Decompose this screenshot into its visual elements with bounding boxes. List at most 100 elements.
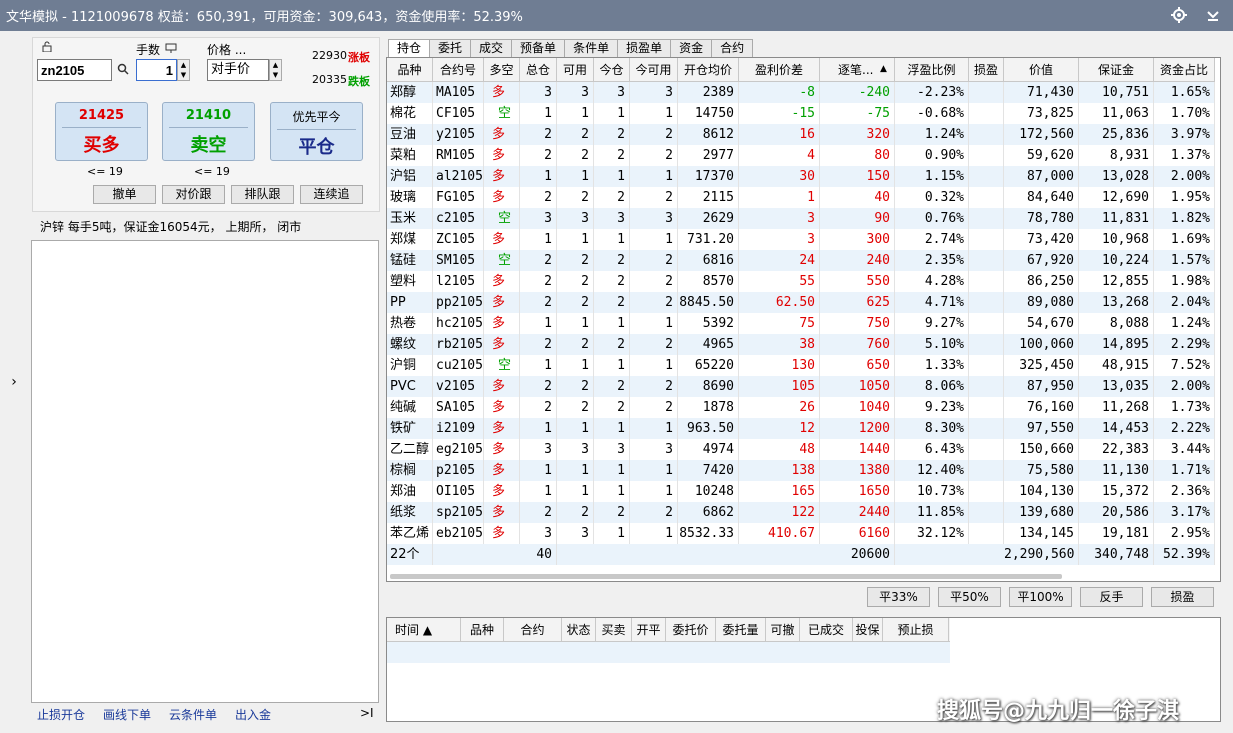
orders-column-header[interactable]: 可撤 xyxy=(766,618,800,642)
table-row[interactable]: 豆油 y2105 多 2 2 2 2 8612 16 320 1.24% 172,560 25,836 3… xyxy=(387,124,1215,145)
table-row[interactable]: PP pp2105 多 2 2 2 2 8845.50 62.50 625 4.71% 89,080 1… xyxy=(387,292,1215,313)
limit-down-label: 跌板 xyxy=(348,75,370,88)
price-mode-field[interactable]: 对手价 xyxy=(207,59,269,81)
table-cell: 78,780 xyxy=(1004,208,1079,229)
tab-conditional[interactable]: 条件单 xyxy=(564,39,619,58)
column-header[interactable]: 合约号 xyxy=(433,58,484,82)
stop-loss-open-link[interactable]: 止损开仓 xyxy=(37,706,85,723)
tab-funds[interactable]: 资金 xyxy=(670,39,713,58)
tab-prepared[interactable]: 预备单 xyxy=(511,39,566,58)
stop-profit-button[interactable]: 损盈 xyxy=(1151,587,1214,607)
table-row[interactable]: 郑煤 ZC105 多 1 1 1 1 731.20 3 300 2.74% 73,420 10,968 1… xyxy=(387,229,1215,250)
table-row[interactable]: 郑油 OI105 多 1 1 1 1 10248 165 1650 10.73% 104,130 15,… xyxy=(387,481,1215,502)
table-row[interactable]: 郑醇 MA105 多 3 3 3 3 2389 -8 -240 -2.23% 71,430 10,751… xyxy=(387,82,1215,103)
lots-icon[interactable] xyxy=(165,42,177,56)
gear-icon[interactable] xyxy=(1169,5,1189,25)
table-row[interactable]: 锰硅 SM105 空 2 2 2 2 6816 24 240 2.35% 67,920 10,224 1.… xyxy=(387,250,1215,271)
table-row[interactable]: 沪铜 cu2105 空 1 1 1 1 65220 130 650 1.33% 325,450 48,9… xyxy=(387,355,1215,376)
table-row[interactable]: 铁矿 i2109 多 1 1 1 1 963.50 12 1200 8.30% 97,550 14,45… xyxy=(387,418,1215,439)
table-cell: 纯碱 xyxy=(387,397,433,418)
column-header[interactable]: 品种 xyxy=(387,58,433,82)
chevron-down-icon[interactable] xyxy=(1203,5,1223,25)
orders-column-header[interactable]: 买卖 xyxy=(596,618,632,642)
orders-column-header[interactable]: 状态 xyxy=(562,618,596,642)
table-cell: RM105 xyxy=(433,145,484,166)
watermark: 搜狐号@九九归一徐子淇 xyxy=(937,699,1180,724)
orders-column-header[interactable]: 委托量 xyxy=(716,618,766,642)
price-label[interactable]: 价格 ... xyxy=(207,41,246,58)
queue-follow-button[interactable]: 排队跟 xyxy=(231,185,294,204)
contract-input[interactable] xyxy=(37,59,112,81)
column-header[interactable]: 浮盈比例 xyxy=(895,58,969,82)
column-header[interactable]: 开仓均价 xyxy=(678,58,739,82)
chevron-right-icon[interactable]: › xyxy=(11,374,17,390)
table-row[interactable]: 苯乙烯 eb2105 多 3 3 1 1 8532.33 410.67 6160 32.12% 134… xyxy=(387,523,1215,544)
horizontal-scrollbar[interactable] xyxy=(390,574,1062,579)
collapse-strip[interactable]: › xyxy=(0,31,28,733)
table-row[interactable]: 纸浆 sp2105 多 2 2 2 2 6862 122 2440 11.85% 139,680 20,… xyxy=(387,502,1215,523)
orders-column-header[interactable]: 预止损 xyxy=(883,618,949,642)
table-row[interactable]: 纯碱 SA105 多 2 2 2 2 1878 26 1040 9.23% 76,160 11,268 1… xyxy=(387,397,1215,418)
orders-column-header[interactable]: 委托价 xyxy=(666,618,716,642)
column-header[interactable]: 保证金 xyxy=(1079,58,1154,82)
column-header[interactable]: 可用 xyxy=(557,58,594,82)
table-row[interactable]: 塑料 l2105 多 2 2 2 2 8570 55 550 4.28% 86,250 12,855 1.… xyxy=(387,271,1215,292)
table-row[interactable]: 菜粕 RM105 多 2 2 2 2 2977 4 80 0.90% 59,620 8,931 1.37% xyxy=(387,145,1215,166)
orders-column-header[interactable]: 投保 xyxy=(853,618,883,642)
cancel-order-button[interactable]: 撤单 xyxy=(93,185,156,204)
column-header[interactable]: 损盈 xyxy=(969,58,1004,82)
table-row[interactable]: 棉花 CF105 空 1 1 1 1 14750 -15 -75 -0.68% 73,825 11,06… xyxy=(387,103,1215,124)
tab-trades[interactable]: 成交 xyxy=(470,39,513,58)
table-row[interactable]: 玉米 c2105 空 3 3 3 3 2629 3 90 0.76% 78,780 11,831 1.82… xyxy=(387,208,1215,229)
lots-stepper[interactable]: ▲ ▼ xyxy=(177,59,190,81)
search-icon[interactable] xyxy=(117,63,129,78)
orders-column-header[interactable]: 时间 ▲ xyxy=(387,618,461,642)
collapse-arrow-icon[interactable]: >I xyxy=(360,706,374,720)
column-header[interactable]: 总仓 xyxy=(520,58,557,82)
buy-label: 买多 xyxy=(83,135,120,156)
column-header[interactable]: 今仓 xyxy=(594,58,630,82)
lots-input[interactable] xyxy=(136,59,177,81)
table-row[interactable]: 沪铝 al2105 多 1 1 1 1 17370 30 150 1.15% 87,000 13,028… xyxy=(387,166,1215,187)
table-cell: 6862 xyxy=(678,502,739,523)
price-follow-button[interactable]: 对价跟 xyxy=(162,185,225,204)
column-header[interactable]: 资金占比 xyxy=(1154,58,1215,82)
orders-column-header[interactable]: 已成交 xyxy=(800,618,853,642)
lock-icon[interactable] xyxy=(42,41,54,55)
buy-long-button[interactable]: 21425 买多 xyxy=(55,102,148,161)
reverse-button[interactable]: 反手 xyxy=(1080,587,1143,607)
table-cell: 3 xyxy=(594,82,630,103)
column-header[interactable]: 今可用 xyxy=(630,58,678,82)
tab-contracts[interactable]: 合约 xyxy=(711,39,754,58)
tab-orders[interactable]: 委托 xyxy=(429,39,472,58)
column-header[interactable]: 多空 xyxy=(484,58,520,82)
table-row[interactable]: 乙二醇 eg2105 多 3 3 3 3 4974 48 1440 6.43% 150,660 22,3… xyxy=(387,439,1215,460)
table-row[interactable]: 螺纹 rb2105 多 2 2 2 2 4965 38 760 5.10% 100,060 14,895… xyxy=(387,334,1215,355)
orders-column-header[interactable]: 开平 xyxy=(632,618,666,642)
sell-short-button[interactable]: 21410 卖空 xyxy=(162,102,255,161)
table-row[interactable]: PVC v2105 多 2 2 2 2 8690 105 1050 8.06% 87,950 13,03… xyxy=(387,376,1215,397)
column-header[interactable]: 盈利价差 xyxy=(739,58,820,82)
sort-ascending-icon[interactable]: ▲ xyxy=(880,64,887,74)
orders-column-header[interactable]: 合约 xyxy=(504,618,562,642)
table-row[interactable]: 棕榈 p2105 多 1 1 1 1 7420 138 1380 12.40% 75,580 11,13… xyxy=(387,460,1215,481)
tab-stop-profit[interactable]: 损盈单 xyxy=(617,39,672,58)
column-header[interactable]: 价值 xyxy=(1004,58,1079,82)
close-position-button[interactable]: 优先平今 平仓 xyxy=(270,102,363,161)
chase-button[interactable]: 连续追 xyxy=(300,185,363,204)
table-row[interactable]: 玻璃 FG105 多 2 2 2 2 2115 1 40 0.32% 84,640 12,690 1.95… xyxy=(387,187,1215,208)
orders-column-header[interactable]: 品种 xyxy=(461,618,504,642)
table-cell: 郑油 xyxy=(387,481,433,502)
cloud-condition-link[interactable]: 云条件单 xyxy=(169,706,217,723)
table-cell: 2 xyxy=(557,376,594,397)
close-33-button[interactable]: 平33% xyxy=(867,587,930,607)
funds-transfer-link[interactable]: 出入金 xyxy=(235,706,271,723)
table-cell xyxy=(969,166,1004,187)
price-stepper[interactable]: ▲ ▼ xyxy=(269,59,282,81)
close-50-button[interactable]: 平50% xyxy=(938,587,1001,607)
draw-line-order-link[interactable]: 画线下单 xyxy=(103,706,151,723)
close-100-button[interactable]: 平100% xyxy=(1009,587,1072,607)
table-row[interactable]: 热卷 hc2105 多 1 1 1 1 5392 75 750 9.27% 54,670 8,088 1.… xyxy=(387,313,1215,334)
tab-positions[interactable]: 持仓 xyxy=(388,39,431,59)
limit-up-label: 涨板 xyxy=(348,51,370,64)
